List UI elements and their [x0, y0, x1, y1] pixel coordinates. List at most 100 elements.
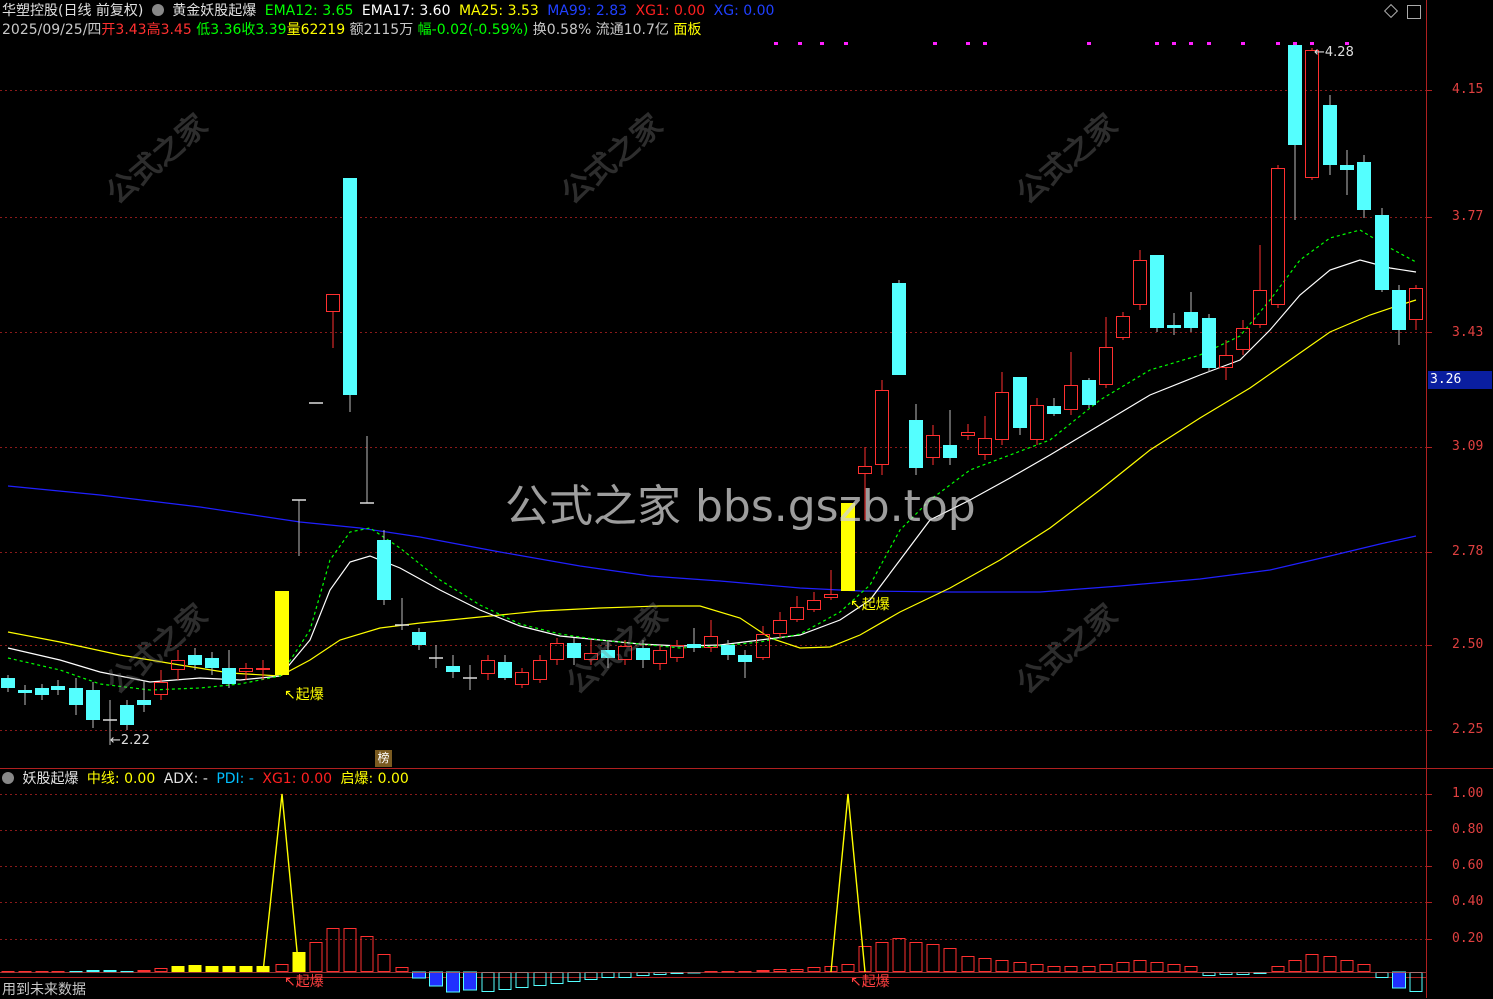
candles: [1, 45, 1423, 745]
candle-body-8: [137, 700, 151, 705]
candle-24: [412, 628, 426, 650]
candle-82: [1409, 285, 1423, 330]
sub-bar-60: [1030, 964, 1044, 972]
sub-bar-6: [103, 970, 117, 972]
candle-59: [1013, 377, 1027, 435]
candle-44: [756, 626, 770, 660]
signal-dot-5: [966, 42, 970, 45]
sub-bar-12: [205, 966, 219, 972]
candle-47: [807, 592, 821, 612]
candle-73: [1253, 245, 1267, 328]
sub-bar-42: [721, 971, 735, 973]
bang-badge[interactable]: 榜: [375, 750, 392, 767]
candle-62: [1064, 352, 1078, 415]
sub-bar-79: [1357, 964, 1371, 972]
candle-body-54: [926, 435, 940, 458]
candle-30: [515, 668, 529, 688]
candle-12: [205, 652, 219, 675]
candle-body-16: [275, 591, 289, 675]
candle-60: [1030, 398, 1044, 445]
sub-bar-21: [360, 936, 374, 972]
candle-51: [875, 380, 889, 475]
sub-spike-1: [262, 793, 300, 973]
candle-body-30: [515, 672, 529, 685]
candle-75: [1288, 45, 1302, 220]
candle-1: [18, 685, 32, 705]
candle-3: [51, 680, 65, 695]
candle-55: [943, 410, 957, 465]
sub-bar-78: [1340, 960, 1354, 972]
sub-bar-2: [35, 971, 49, 973]
candle-0: [1, 675, 15, 692]
sub-bar-44: [756, 970, 770, 972]
candle-body-57: [978, 438, 992, 455]
current-price-tag: 3.26: [1428, 371, 1492, 389]
sub-bar-69: [1184, 966, 1198, 972]
sub-bar-59: [1013, 962, 1027, 972]
sub-bar-8: [137, 970, 151, 972]
watermark-center: 公式之家 bbs.gszb.top: [505, 481, 976, 532]
sub-bar-46: [790, 969, 804, 972]
candle-body-43: [738, 655, 752, 662]
sub-bar-65: [1116, 962, 1130, 972]
candle-26: [446, 655, 460, 678]
candle-56: [961, 424, 975, 440]
candle-body-82: [1409, 288, 1423, 320]
sub-bar-0: [1, 971, 15, 973]
sub-bar-20: [343, 928, 357, 972]
sub-bar-13: [222, 966, 236, 972]
candle-23: [395, 598, 409, 630]
candle-body-74: [1271, 168, 1285, 305]
candle-body-58: [995, 392, 1009, 440]
candle-body-9: [154, 682, 168, 695]
candle-58: [995, 372, 1009, 445]
sub-y-label-0-20: 0.20: [1452, 931, 1484, 946]
sub-y-label-0-60: 0.60: [1452, 858, 1484, 873]
sub-bar-29: [498, 972, 512, 990]
candle-body-55: [943, 445, 957, 458]
candle-body-67: [1150, 255, 1164, 328]
footer-note: 用到未来数据: [2, 982, 86, 998]
candle-body-14: [239, 668, 253, 672]
candle-body-66: [1133, 260, 1147, 305]
sub-bars: [0, 928, 1426, 993]
signal-dot-3: [844, 42, 848, 45]
candle-31: [533, 655, 547, 683]
sub-bar-82: [1409, 972, 1423, 992]
candle-body-60: [1030, 405, 1044, 440]
candle-17: [292, 499, 306, 556]
y-label-3-09: 3.09: [1452, 439, 1484, 454]
sub-bar-81: [1392, 971, 1406, 989]
signal-dot-9: [1172, 42, 1176, 45]
sub-bar-67: [1150, 962, 1164, 972]
sub-bar-53: [909, 942, 923, 972]
sub-y-label-0-40: 0.40: [1452, 894, 1484, 909]
candle-14: [239, 663, 253, 680]
candle-67: [1150, 255, 1164, 332]
sub-bar-25: [429, 971, 443, 987]
sub-bar-31: [533, 972, 547, 986]
candle-21: [360, 436, 374, 504]
qibao-sub-text-1: 起爆: [295, 974, 324, 990]
candle-74: [1271, 165, 1285, 308]
candle-body-13: [222, 668, 236, 684]
qibao-sub-label-2: ↖起爆: [850, 974, 890, 990]
signal-dot-13: [1276, 42, 1280, 45]
candle-body-48: [824, 594, 838, 598]
sub-bar-36: [618, 972, 632, 978]
candle-43: [738, 650, 752, 678]
sub-y-label-1-00: 1.00: [1452, 786, 1484, 801]
sub-bar-76: [1305, 954, 1319, 972]
candle-body-64: [1099, 347, 1113, 385]
sub-bar-18: [309, 942, 323, 972]
signal-dot-6: [983, 42, 987, 45]
candle-79: [1357, 155, 1371, 218]
candle-66: [1133, 250, 1147, 310]
candle-2: [35, 684, 49, 700]
sub-bar-9: [154, 968, 168, 972]
qibao-label-1: ↖起爆: [284, 687, 324, 703]
candle-64: [1099, 317, 1113, 388]
candle-71: [1219, 340, 1233, 380]
sub-bar-64: [1099, 964, 1113, 972]
candle-81: [1392, 285, 1406, 345]
